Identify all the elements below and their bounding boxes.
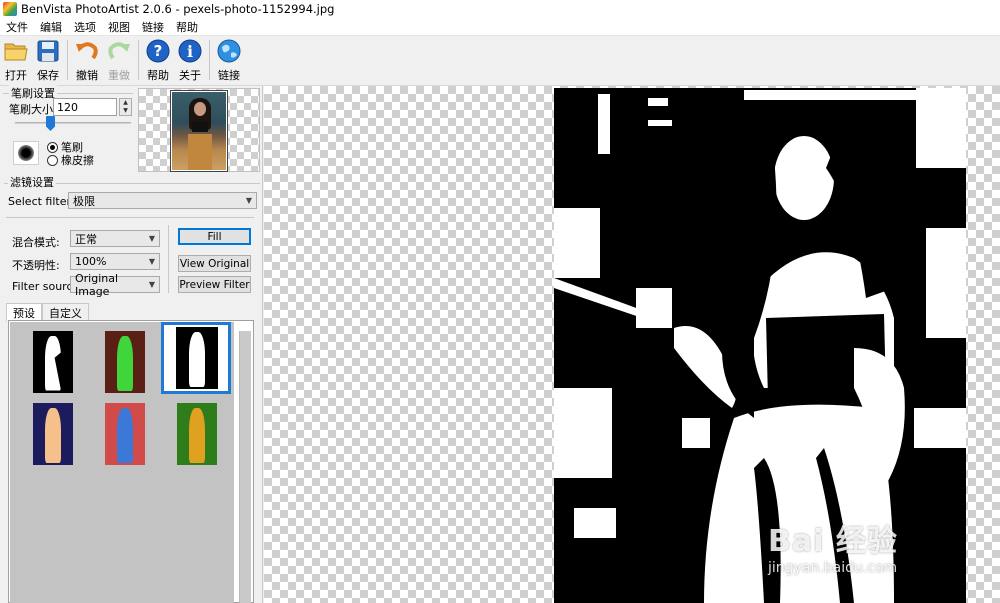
app-logo-icon xyxy=(3,2,17,16)
toolbar-separator xyxy=(209,40,210,80)
preset-thumbnail[interactable] xyxy=(176,402,218,466)
preset-thumbnail[interactable] xyxy=(32,402,74,466)
blend-mode-select[interactable]: 正常 ▼ xyxy=(70,230,160,247)
about-button[interactable]: i 关于 xyxy=(174,36,206,84)
filtered-photo-graphic xyxy=(554,88,966,603)
toolbar: 打开 保存 撤销 重做 ? 帮助 i 关于 链接 xyxy=(0,36,1000,86)
toolbar-separator xyxy=(67,40,68,80)
brush-size-input[interactable] xyxy=(53,98,117,116)
preset-thumbnail[interactable] xyxy=(32,330,74,394)
link-button[interactable]: 链接 xyxy=(213,36,245,84)
menu-file[interactable]: 文件 xyxy=(0,19,34,35)
filter-select[interactable]: 极限 ▼ xyxy=(68,192,257,209)
filter-source-select[interactable]: Original Image ▼ xyxy=(70,272,160,298)
question-icon: ? xyxy=(146,39,170,63)
undo-arrow-icon xyxy=(75,39,99,63)
folder-open-icon xyxy=(4,39,28,63)
filtered-image xyxy=(554,88,966,603)
redo-button[interactable]: 重做 xyxy=(103,36,135,84)
save-button[interactable]: 保存 xyxy=(32,36,64,84)
chevron-down-icon: ▼ xyxy=(148,257,155,266)
radio-checked xyxy=(47,141,58,153)
preset-thumbnail[interactable] xyxy=(104,330,146,394)
fill-button[interactable]: Fill xyxy=(178,228,251,245)
preset-scrollbar[interactable] xyxy=(239,331,251,603)
redo-arrow-icon xyxy=(107,39,131,63)
preset-thumbnail[interactable] xyxy=(104,402,146,466)
brush-preview xyxy=(13,141,39,165)
navigator-thumbnail[interactable] xyxy=(138,88,260,172)
watermark-brand: Bai 经验 xyxy=(768,524,898,559)
left-panel: 笔刷设置 笔刷大小 ▲▼ 笔刷 橡皮擦 滤镜设置 Select filter: … xyxy=(0,85,263,603)
tab-presets[interactable]: 预设 xyxy=(6,303,42,321)
opacity-select[interactable]: 100% ▼ xyxy=(70,253,160,270)
preset-tabs: 预设 自定义 xyxy=(6,303,89,321)
preview-filter-button[interactable]: Preview Filter xyxy=(178,276,251,293)
help-button[interactable]: ? 帮助 xyxy=(142,36,174,84)
info-icon: i xyxy=(178,39,202,63)
opacity-label: 不透明性: xyxy=(12,259,60,272)
watermark-url: jingyan.baidu.com xyxy=(768,560,898,576)
brush-size-slider-thumb[interactable] xyxy=(46,116,55,131)
toolbar-separator xyxy=(138,40,139,80)
preset-panel xyxy=(8,320,254,603)
chevron-down-icon: ▼ xyxy=(148,234,155,243)
thumbnail-image xyxy=(170,90,228,172)
menu-link[interactable]: 链接 xyxy=(136,19,170,35)
blend-mode-label: 混合模式: xyxy=(12,236,60,249)
eraser-mode-radio[interactable]: 橡皮擦 xyxy=(47,152,94,168)
menu-view[interactable]: 视图 xyxy=(102,19,136,35)
brush-size-slider-track[interactable] xyxy=(15,122,131,124)
window-title: BenVista PhotoArtist 2.0.6 - pexels-phot… xyxy=(21,2,335,16)
menu-bar: 文件 编辑 选项 视图 链接 帮助 xyxy=(0,18,1000,36)
chevron-down-icon: ▼ xyxy=(245,196,252,205)
divider xyxy=(168,225,169,293)
radio-unchecked xyxy=(47,154,58,166)
select-filter-label: Select filter: xyxy=(8,195,75,208)
svg-text:i: i xyxy=(187,42,193,61)
brush-group-title: 笔刷设置 xyxy=(9,85,57,101)
chevron-down-icon: ▼ xyxy=(148,280,155,289)
brush-dot-icon xyxy=(18,145,34,161)
menu-edit[interactable]: 编辑 xyxy=(34,19,68,35)
brush-size-label: 笔刷大小 xyxy=(9,103,53,116)
globe-icon xyxy=(217,39,241,63)
menu-help[interactable]: 帮助 xyxy=(170,19,204,35)
image-canvas[interactable]: Bai 经验 jingyan.baidu.com xyxy=(264,86,1000,603)
floppy-disk-icon xyxy=(36,39,60,63)
title-bar: BenVista PhotoArtist 2.0.6 - pexels-phot… xyxy=(0,0,1000,18)
preset-thumbnail-selected[interactable] xyxy=(161,322,231,394)
svg-text:?: ? xyxy=(154,42,163,60)
divider xyxy=(6,217,254,218)
open-button[interactable]: 打开 xyxy=(0,36,32,84)
filter-group-title: 滤镜设置 xyxy=(8,174,56,190)
brush-settings-group: 笔刷设置 笔刷大小 ▲▼ 笔刷 橡皮擦 xyxy=(3,85,136,174)
menu-options[interactable]: 选项 xyxy=(68,19,102,35)
tab-custom[interactable]: 自定义 xyxy=(42,303,89,320)
preset-grid xyxy=(10,322,234,603)
view-original-button[interactable]: View Original xyxy=(178,255,251,272)
undo-button[interactable]: 撤销 xyxy=(71,36,103,84)
brush-size-spinner[interactable]: ▲ ▼ xyxy=(119,98,132,116)
